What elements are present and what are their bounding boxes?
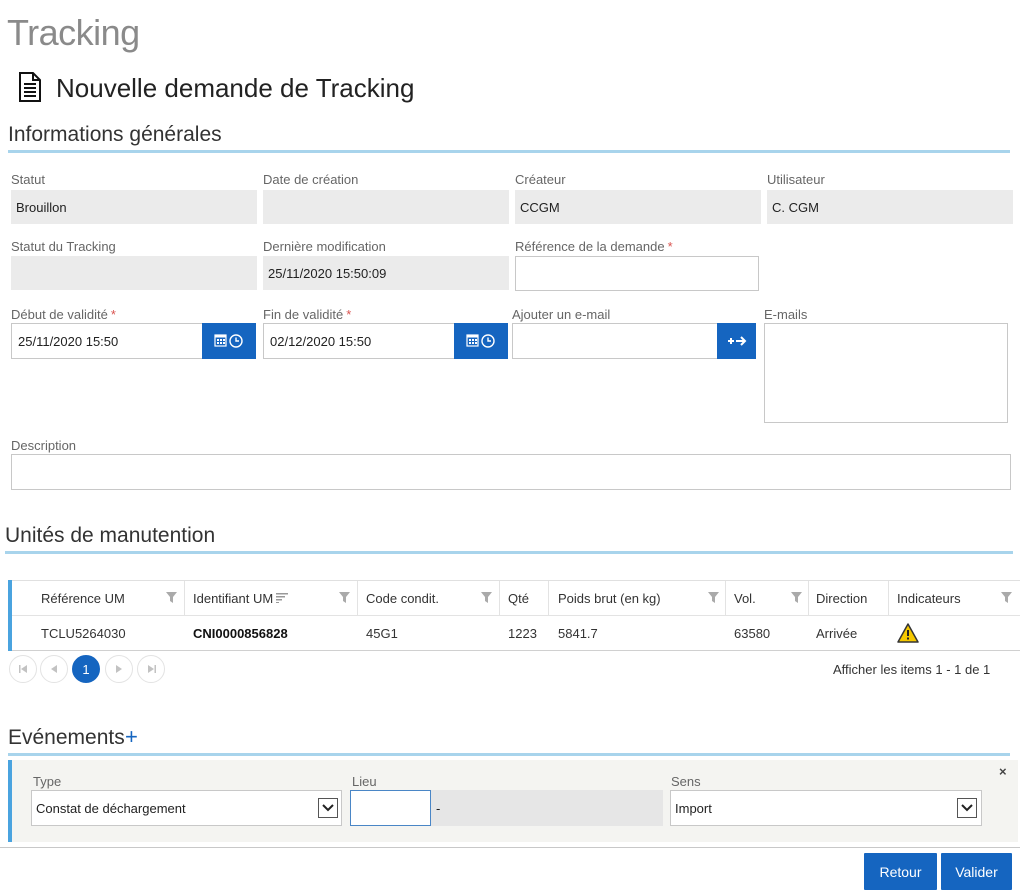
filter-icon[interactable] xyxy=(339,592,350,603)
ajouter-email-input[interactable] xyxy=(512,323,718,359)
um-grid: Référence UM Identifiant UM Code condit.… xyxy=(8,580,1020,651)
event-lieu-description: - xyxy=(431,790,663,826)
cell-qte: 1223 xyxy=(508,625,537,641)
pager-previous-button[interactable] xyxy=(40,655,68,683)
ajouter-email-label: Ajouter un e-mail xyxy=(512,307,611,322)
event-type-label: Type xyxy=(33,774,62,789)
date-creation-label: Date de création xyxy=(263,172,359,187)
section-title-general: Informations générales xyxy=(8,123,222,146)
debut-datetime-picker-button[interactable] xyxy=(202,323,256,359)
add-arrow-icon xyxy=(727,336,746,346)
cell-identifiant-um: CNI0000856828 xyxy=(193,625,288,641)
calendar-clock-icon xyxy=(214,334,243,348)
statut-tracking-label: Statut du Tracking xyxy=(11,239,116,254)
cell-code-condit: 45G1 xyxy=(366,625,398,641)
event-lieu-label: Lieu xyxy=(352,774,377,789)
emails-label: E-mails xyxy=(764,307,808,322)
filter-icon[interactable] xyxy=(708,592,719,603)
column-header-qte[interactable]: Qté xyxy=(508,581,529,615)
derniere-modification-field: 25/11/2020 15:50:09 xyxy=(263,256,509,290)
first-page-icon xyxy=(18,665,27,673)
pager-next-button[interactable] xyxy=(105,655,133,683)
column-header-indicateurs[interactable]: Indicateurs xyxy=(897,581,961,615)
debut-validite-input[interactable]: 25/11/2020 15:50 xyxy=(11,323,203,359)
add-event-button[interactable]: + xyxy=(125,724,138,750)
statut-label: Statut xyxy=(11,172,45,187)
debut-validite-label: Début de validité * xyxy=(11,307,116,322)
chevron-down-icon[interactable] xyxy=(318,798,338,818)
utilisateur-label: Utilisateur xyxy=(767,172,825,187)
utilisateur-field: C. CGM xyxy=(767,190,1013,224)
close-icon[interactable]: × xyxy=(999,764,1007,779)
event-sens-select[interactable]: Import xyxy=(670,790,982,826)
event-type-select[interactable]: Constat de déchargement xyxy=(31,790,342,826)
event-lieu-input[interactable] xyxy=(350,790,431,826)
cell-vol: 63580 xyxy=(734,625,771,641)
reference-demande-label: Référence de la demande * xyxy=(515,239,673,254)
date-creation-field xyxy=(263,190,509,224)
previous-page-icon xyxy=(51,665,57,673)
description-input[interactable] xyxy=(11,454,1011,490)
cell-direction: Arrivée xyxy=(816,625,858,641)
column-header-identifiant-um[interactable]: Identifiant UM xyxy=(193,581,289,615)
section-divider xyxy=(8,150,1010,153)
cell-indicateurs xyxy=(897,616,919,650)
filter-icon[interactable] xyxy=(1001,592,1012,603)
statut-field: Brouillon xyxy=(11,190,257,224)
document-icon xyxy=(18,72,42,102)
fin-validite-label: Fin de validité * xyxy=(263,307,352,322)
section-divider xyxy=(8,753,1010,756)
reference-demande-input[interactable] xyxy=(515,256,759,291)
warning-icon[interactable] xyxy=(897,623,919,643)
column-header-poids-brut[interactable]: Poids brut (en kg) xyxy=(558,581,661,615)
createur-label: Créateur xyxy=(515,172,566,187)
column-header-reference-um[interactable]: Référence UM xyxy=(41,581,125,615)
column-header-vol[interactable]: Vol. xyxy=(734,581,756,615)
description-label: Description xyxy=(11,438,77,453)
calendar-clock-icon xyxy=(466,334,495,348)
footer-divider xyxy=(0,847,1020,848)
page-title: Tracking xyxy=(7,12,140,53)
grid-row-accent xyxy=(8,580,12,651)
emails-list[interactable] xyxy=(764,323,1008,423)
statut-tracking-field xyxy=(11,256,257,290)
pager-summary: Afficher les items 1 - 1 de 1 xyxy=(833,662,991,677)
pager-last-button[interactable] xyxy=(137,655,165,683)
filter-icon[interactable] xyxy=(791,592,802,603)
valider-button[interactable]: Valider xyxy=(941,853,1012,890)
section-title-events: Evénements xyxy=(8,726,125,749)
column-header-direction[interactable]: Direction xyxy=(816,581,867,615)
retour-button[interactable]: Retour xyxy=(864,853,937,890)
chevron-down-icon[interactable] xyxy=(957,798,977,818)
cell-reference-um: TCLU5264030 xyxy=(41,625,126,641)
add-email-button[interactable] xyxy=(717,323,756,359)
column-header-code-condit[interactable]: Code condit. xyxy=(366,581,439,615)
cell-poids-brut: 5841.7 xyxy=(558,625,598,641)
pager-page-1[interactable]: 1 xyxy=(72,655,100,683)
filter-icon[interactable] xyxy=(166,592,177,603)
event-sens-label: Sens xyxy=(671,774,701,789)
pager-first-button[interactable] xyxy=(9,655,37,683)
createur-field: CCGM xyxy=(515,190,761,224)
filter-icon[interactable] xyxy=(481,592,492,603)
fin-validite-input[interactable]: 02/12/2020 15:50 xyxy=(263,323,455,359)
sort-icon xyxy=(276,593,289,603)
form-title: Nouvelle demande de Tracking xyxy=(56,73,415,103)
section-title-um: Unités de manutention xyxy=(5,524,216,547)
next-page-icon xyxy=(116,665,122,673)
derniere-modification-label: Dernière modification xyxy=(263,239,386,254)
section-divider xyxy=(5,551,1013,554)
last-page-icon xyxy=(147,665,156,673)
fin-datetime-picker-button[interactable] xyxy=(454,323,508,359)
